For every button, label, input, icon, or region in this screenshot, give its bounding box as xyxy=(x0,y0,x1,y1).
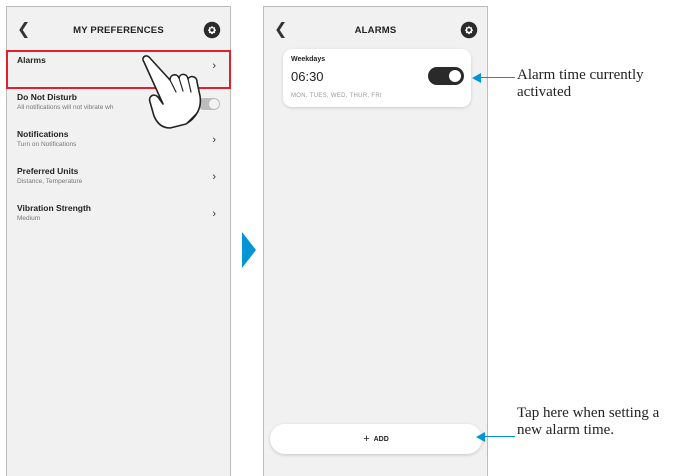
callout-alarm-active: Alarm time currently activated xyxy=(517,67,644,100)
gear-icon[interactable] xyxy=(460,21,478,39)
callout-arrow-line xyxy=(480,77,515,78)
alarm-name: Weekdays xyxy=(291,56,326,63)
callout-arrow-line xyxy=(484,436,515,437)
gear-icon[interactable] xyxy=(203,21,221,39)
pref-item-label: Notifications xyxy=(17,129,69,139)
callout-arrow-head xyxy=(476,432,485,442)
pref-item-vibration-strength[interactable]: Vibration Strength Medium › xyxy=(7,199,230,236)
chevron-right-icon: › xyxy=(212,208,216,220)
top-bar: ❮ ALARMS xyxy=(264,7,487,53)
pref-item-label: Vibration Strength xyxy=(17,203,91,213)
pref-item-label: Preferred Units xyxy=(17,166,79,176)
alarm-toggle[interactable] xyxy=(428,67,464,85)
page-title: MY PREFERENCES xyxy=(73,25,164,36)
step-arrow-icon xyxy=(242,232,256,268)
pref-item-notifications[interactable]: Notifications Turn on Notifications › xyxy=(7,125,230,162)
alarm-time: 06:30 xyxy=(291,69,324,84)
pref-item-sub: Turn on Notifications xyxy=(17,141,77,148)
page-title: ALARMS xyxy=(354,25,397,36)
chevron-right-icon: › xyxy=(212,134,216,146)
top-bar: ❮ MY PREFERENCES xyxy=(7,7,230,53)
pref-item-sub: Medium xyxy=(17,215,41,222)
hand-pointer-icon xyxy=(142,55,202,129)
add-alarm-button[interactable]: + ADD xyxy=(270,424,482,454)
pref-item-preferred-units[interactable]: Preferred Units Distance, Temperature › xyxy=(7,162,230,199)
plus-icon: + xyxy=(363,433,370,445)
alarm-days: MON, TUES, WED, THUR, FRI xyxy=(291,93,382,99)
callout-arrow-head xyxy=(472,73,481,83)
pref-item-sub: Distance, Temperature xyxy=(17,178,83,185)
toggle-knob xyxy=(449,70,461,82)
callout-add-hint: Tap here when setting a new alarm time. xyxy=(517,405,660,438)
chevron-right-icon: › xyxy=(212,171,216,183)
alarm-card[interactable]: Weekdays 06:30 MON, TUES, WED, THUR, FRI xyxy=(283,49,471,107)
add-label: ADD xyxy=(373,436,389,443)
